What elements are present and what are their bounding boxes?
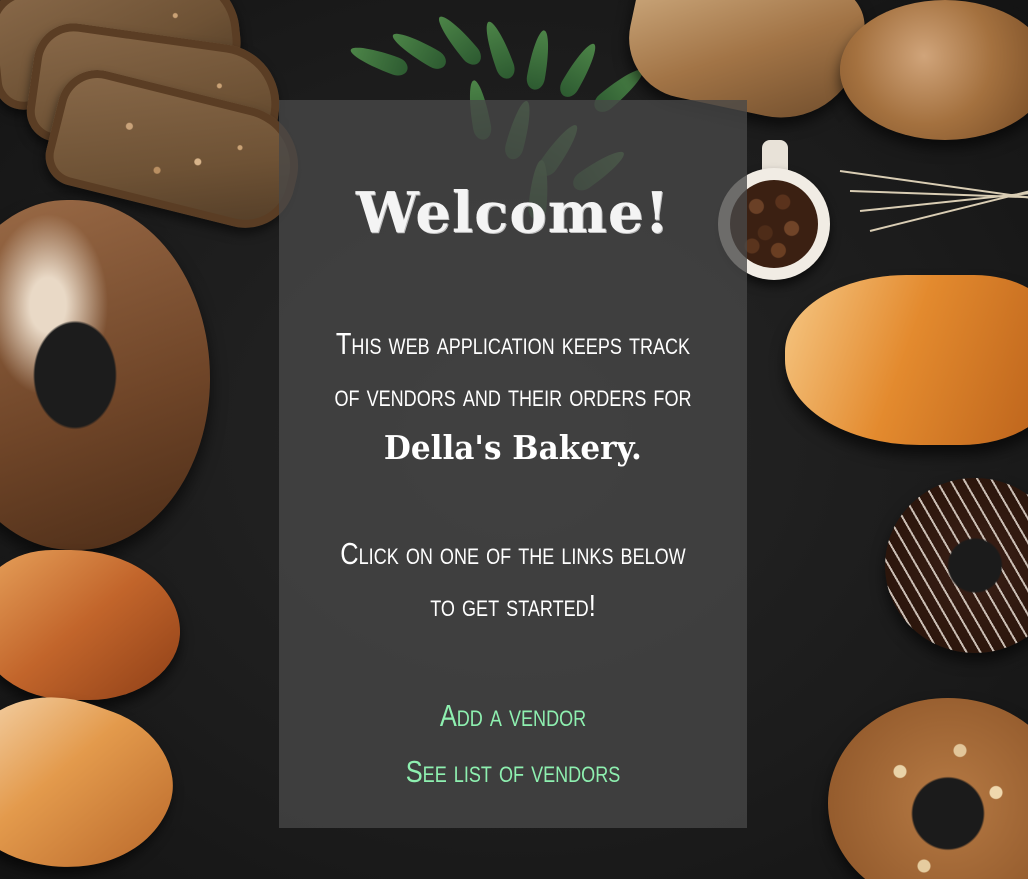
add-vendor-link[interactable]: Add a vendor [440,688,586,744]
croissant-image [0,550,180,700]
croissant-image [0,669,193,879]
bread-roll-image [785,275,1028,445]
intro-text: This web application keeps track of vend… [321,318,705,475]
vendor-list-link[interactable]: See list of vendors [406,744,621,800]
donut-image [885,478,1028,653]
page-title: Welcome! [355,180,671,246]
instruction-line-1: Click on one of the links below [340,536,686,571]
instruction-line-2: to get started! [430,588,596,623]
page: Welcome! This web application keeps trac… [0,0,1028,879]
nav-links: Add a vendor See list of vendors [321,688,705,800]
intro-line-2: of vendors and their orders for [334,378,692,413]
bun-image [840,0,1028,140]
intro-line-1: This web application keeps track [335,326,691,361]
welcome-panel: Welcome! This web application keeps trac… [279,100,747,828]
seeded-bagel-image [828,698,1028,879]
bakery-name: Della's Bakery. [383,428,643,467]
instruction-text: Click on one of the links below to get s… [321,528,705,632]
wheat-image [839,130,1028,280]
bagel-image [0,200,210,550]
